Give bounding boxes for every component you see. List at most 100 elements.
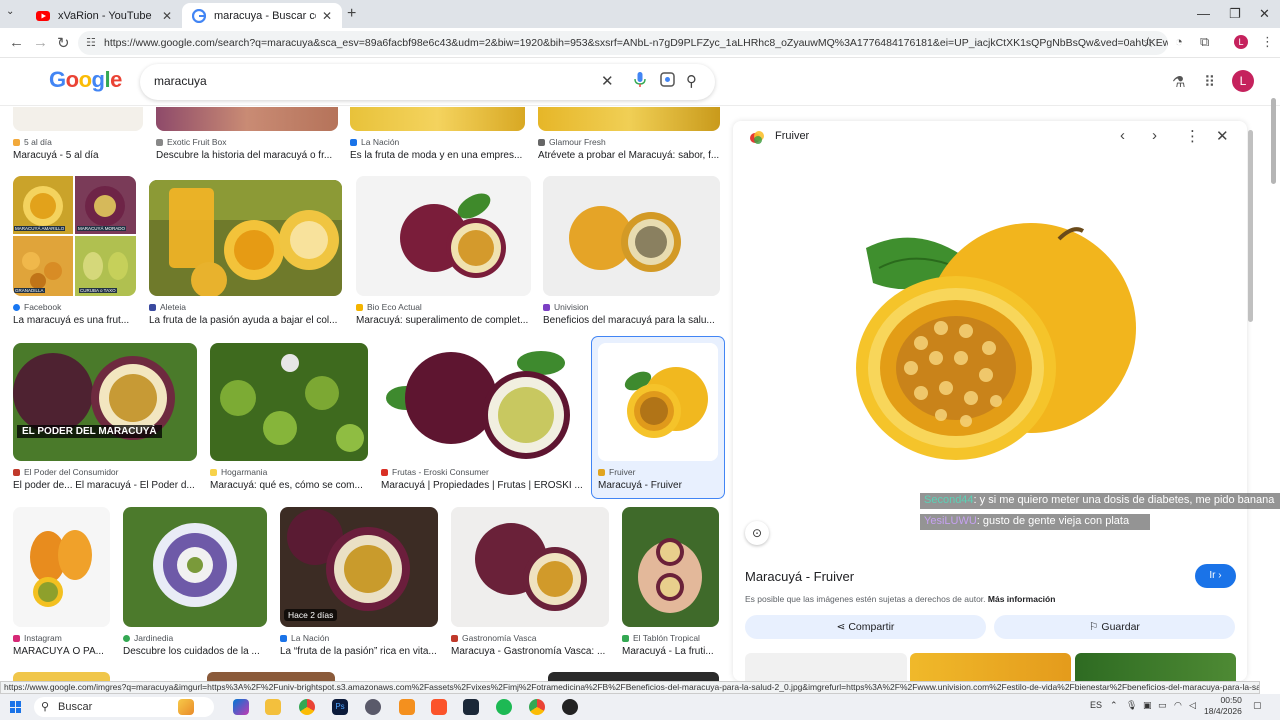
- search-input[interactable]: maracuya: [154, 74, 207, 88]
- related-image[interactable]: [910, 653, 1071, 681]
- result-image[interactable]: MARACUYÁ AMARILLO MARACUYÁ MORADO GRANAD…: [13, 176, 136, 296]
- result-card[interactable]: Jardinedia Descubre los cuidados de la .…: [123, 507, 267, 657]
- chrome-icon[interactable]: [299, 699, 315, 715]
- tab-search-chevron-icon[interactable]: ⌄: [6, 6, 14, 17]
- account-avatar[interactable]: L: [1232, 70, 1254, 92]
- panel-source-name[interactable]: Fruiver: [775, 130, 809, 142]
- tab-google[interactable]: maracuya - Buscar con Google ✕: [182, 3, 342, 28]
- extensions-icon[interactable]: ⧉: [1200, 34, 1209, 50]
- related-image[interactable]: [1075, 653, 1236, 681]
- result-image[interactable]: [13, 107, 143, 131]
- network-icon[interactable]: ▭: [1158, 700, 1167, 711]
- result-card[interactable]: Instagram MARACUYÁ O PA...: [13, 507, 110, 657]
- tray-app-icon[interactable]: ▣: [1143, 700, 1152, 711]
- result-image[interactable]: [598, 343, 718, 461]
- more-info-link[interactable]: Más información: [988, 594, 1056, 604]
- file-explorer-icon[interactable]: [265, 699, 281, 715]
- site-info-icon[interactable]: ☷: [86, 36, 96, 49]
- bookmark-star-icon[interactable]: ☆: [1142, 34, 1155, 51]
- panel-title[interactable]: Maracuyá - Fruiver: [745, 569, 854, 584]
- panel-scrollbar[interactable]: [1248, 130, 1253, 322]
- menu-kebab-icon[interactable]: ⋮: [1261, 34, 1274, 50]
- page-scrollbar[interactable]: [1271, 98, 1276, 184]
- photoshop-icon[interactable]: Ps: [332, 699, 348, 715]
- result-image[interactable]: Hace 2 días: [280, 507, 438, 627]
- microphone-icon[interactable]: 🎙: [1126, 700, 1137, 711]
- result-card[interactable]: Glamour Fresh Atrévete a probar el Marac…: [538, 107, 720, 165]
- address-bar[interactable]: ☷ https://www.google.com/search?q=maracu…: [78, 31, 1168, 55]
- app-icon[interactable]: [365, 699, 381, 715]
- save-button[interactable]: ⚐ Guardar: [994, 615, 1235, 639]
- result-image[interactable]: [538, 107, 720, 131]
- google-logo[interactable]: Google: [49, 67, 122, 93]
- back-icon[interactable]: ←: [9, 34, 24, 51]
- reload-icon[interactable]: ↻: [57, 34, 70, 52]
- brave-icon[interactable]: [431, 699, 447, 715]
- result-card[interactable]: Frutas - Eroski Consumer Maracuyá | Prop…: [381, 343, 583, 493]
- result-card[interactable]: El Tablón Tropical Maracuyá - La fruti..…: [622, 507, 719, 657]
- tab-youtube[interactable]: xVaRion - YouTube ✕: [26, 3, 182, 28]
- system-clock[interactable]: 00:50 18/4/2026: [1204, 695, 1242, 717]
- search-icon[interactable]: ⚲: [686, 72, 697, 90]
- result-image[interactable]: [622, 507, 719, 627]
- result-card[interactable]: Bio Eco Actual Maracuyá: superalimento d…: [356, 176, 531, 328]
- result-image[interactable]: [543, 176, 720, 296]
- result-image[interactable]: [356, 176, 531, 296]
- share-button[interactable]: ⋖ Compartir: [745, 615, 986, 639]
- lens-search-button[interactable]: ⊙: [745, 521, 769, 545]
- notifications-icon[interactable]: ▢: [1253, 700, 1262, 711]
- widget-icon[interactable]: [178, 699, 194, 715]
- result-card-selected[interactable]: Fruiver Maracuyá - Fruiver: [592, 337, 724, 498]
- copilot-icon[interactable]: [233, 699, 249, 715]
- result-card[interactable]: Univision Beneficios del maracuyá para l…: [543, 176, 720, 328]
- result-card[interactable]: La Nación Es la fruta de moda y en una e…: [350, 107, 525, 165]
- voice-search-icon[interactable]: [634, 72, 646, 92]
- labs-flask-icon[interactable]: ⚗: [1172, 73, 1185, 91]
- result-card[interactable]: Exotic Fruit Box Descubre la historia de…: [156, 107, 338, 165]
- result-card[interactable]: EL PODER DEL MARACUYÁ El Poder del Consu…: [13, 343, 197, 493]
- next-image-icon[interactable]: ›: [1152, 127, 1157, 144]
- visit-button[interactable]: Ir ›: [1195, 564, 1236, 588]
- minimize-icon[interactable]: —: [1197, 6, 1210, 21]
- search-box[interactable]: maracuya ✕ ⚲: [140, 64, 715, 100]
- history-sync-icon[interactable]: ◔: [1175, 34, 1183, 49]
- result-image[interactable]: EL PODER DEL MARACUYÁ: [13, 343, 197, 461]
- result-card[interactable]: Hace 2 días La Nación La “fruta de la pa…: [280, 507, 438, 657]
- related-image[interactable]: [745, 653, 907, 681]
- result-image[interactable]: [13, 507, 110, 627]
- result-image[interactable]: [381, 343, 583, 461]
- clear-search-icon[interactable]: ✕: [601, 72, 614, 90]
- result-image[interactable]: [156, 107, 338, 131]
- result-image[interactable]: [149, 180, 342, 296]
- result-image[interactable]: [207, 672, 335, 681]
- result-image[interactable]: [13, 672, 110, 681]
- result-card[interactable]: Hogarmania Maracuyá: qué es, cómo se com…: [210, 343, 368, 493]
- close-tab-icon[interactable]: ✕: [162, 9, 172, 23]
- result-card[interactable]: MARACUYÁ AMARILLO MARACUYÁ MORADO GRANAD…: [13, 176, 136, 328]
- result-image[interactable]: [548, 672, 719, 681]
- lens-search-icon[interactable]: [660, 72, 675, 91]
- language-indicator[interactable]: ES: [1090, 700, 1102, 710]
- apps-grid-icon[interactable]: ⠿: [1204, 73, 1215, 91]
- wifi-icon[interactable]: ◠: [1174, 700, 1182, 711]
- app-icon[interactable]: [399, 699, 415, 715]
- more-options-icon[interactable]: ⋮: [1185, 127, 1200, 145]
- forward-icon[interactable]: →: [33, 34, 48, 51]
- previous-image-icon[interactable]: ‹: [1120, 127, 1125, 144]
- result-card[interactable]: Aleteia La fruta de la pasión ayuda a ba…: [149, 176, 342, 328]
- result-image[interactable]: [210, 343, 368, 461]
- volume-icon[interactable]: ◁: [1189, 700, 1196, 711]
- result-card[interactable]: 5 al día Maracuyá - 5 al día: [13, 107, 143, 165]
- result-image[interactable]: [451, 507, 609, 627]
- chrome-icon[interactable]: [529, 699, 545, 715]
- result-image[interactable]: [123, 507, 267, 627]
- obs-icon[interactable]: [562, 699, 578, 715]
- close-window-icon[interactable]: ✕: [1259, 6, 1270, 22]
- close-panel-icon[interactable]: ✕: [1216, 127, 1229, 145]
- tray-chevron-icon[interactable]: ⌃: [1110, 700, 1118, 711]
- restore-icon[interactable]: ❐: [1229, 6, 1241, 22]
- close-tab-icon[interactable]: ✕: [322, 9, 332, 23]
- result-image[interactable]: [350, 107, 525, 131]
- spotify-icon[interactable]: [496, 699, 512, 715]
- steam-icon[interactable]: [463, 699, 479, 715]
